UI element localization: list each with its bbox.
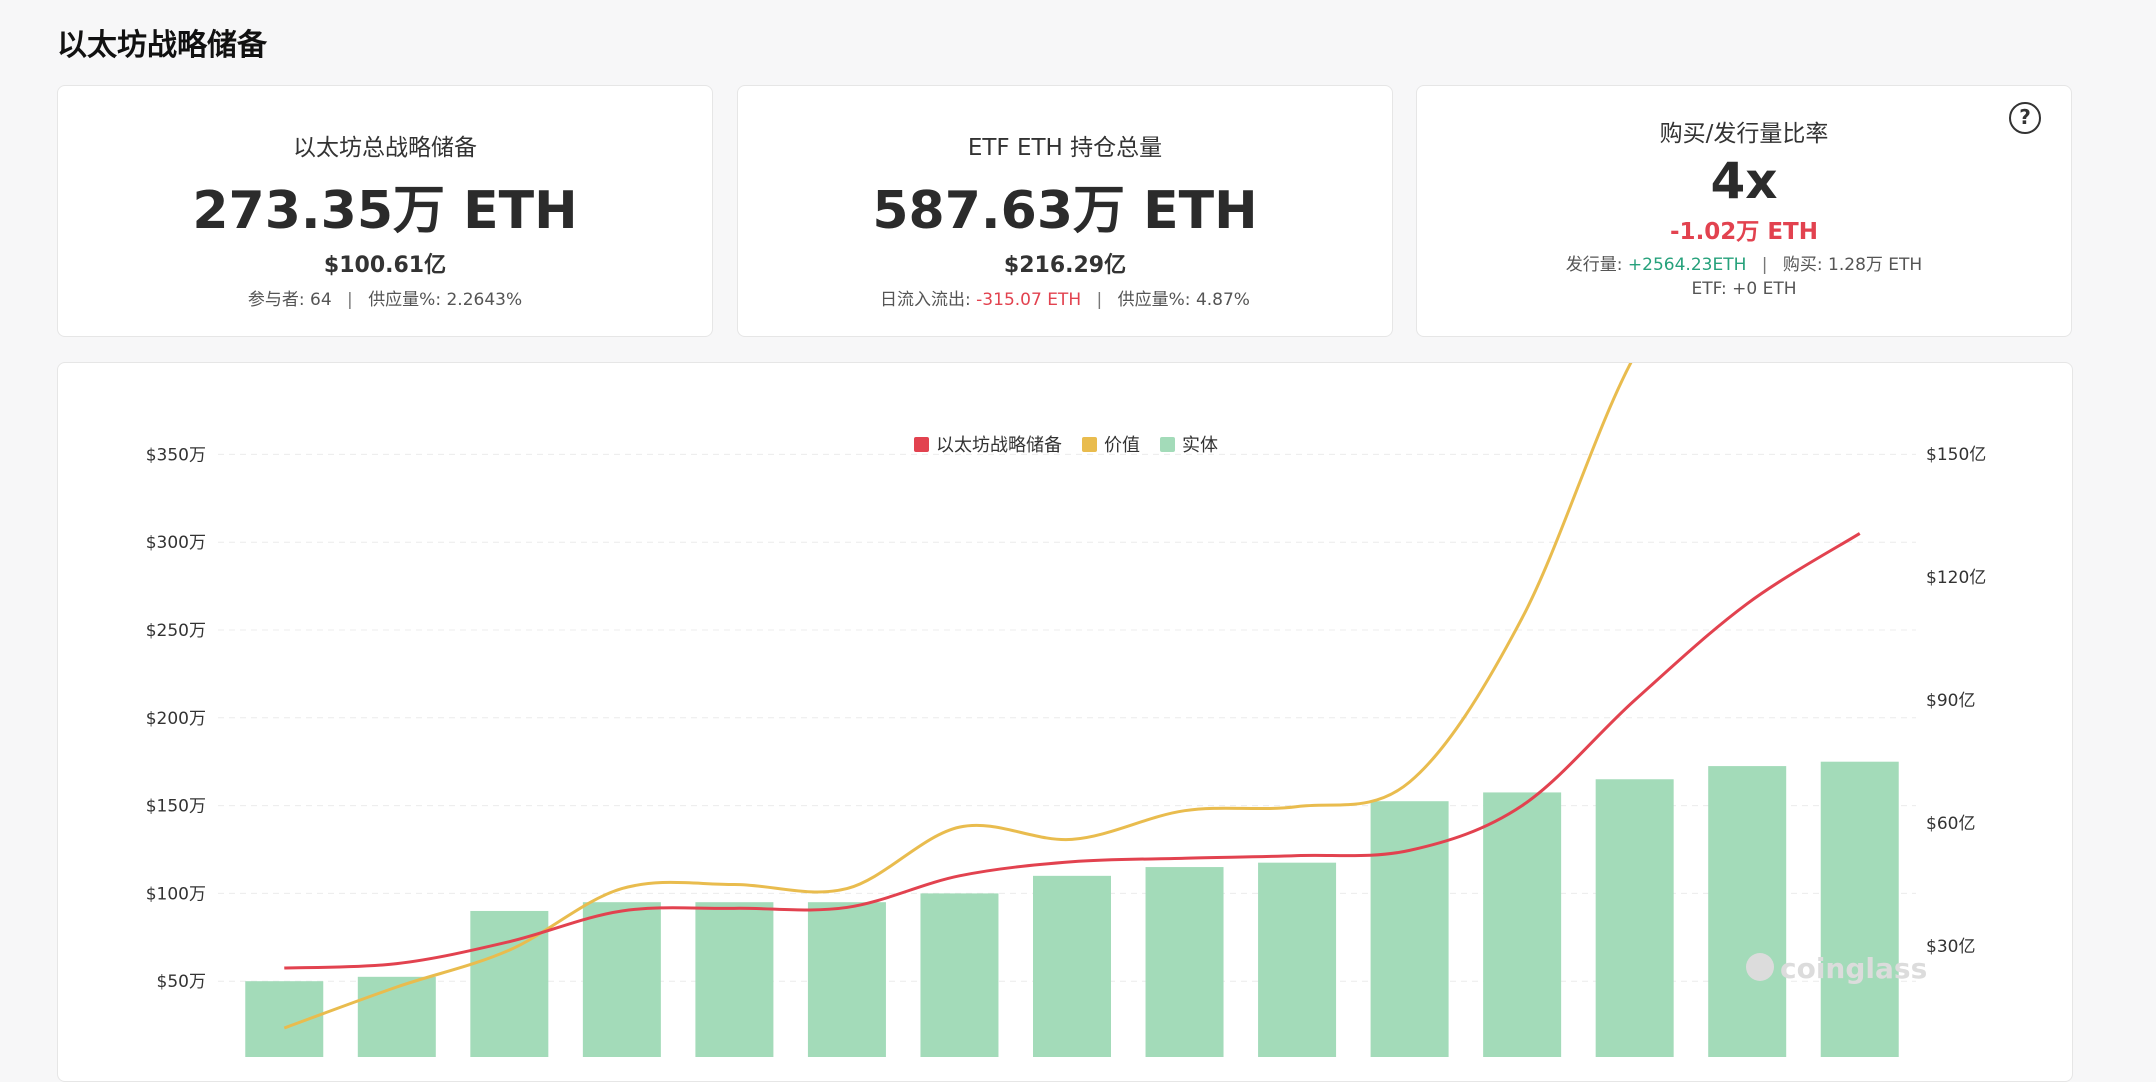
reserve-title: 以太坊总战略储备 <box>293 135 477 161</box>
bar-entities <box>582 902 661 1057</box>
bar-entities <box>1483 792 1562 1057</box>
y-left-tick-label: $50万 <box>157 972 206 992</box>
flow-label: 日流入流出: <box>880 290 971 310</box>
reserve-chart: $50万 $100万 $150万 $200万 $250万 $300万 $350万 $30亿 $6… <box>146 363 1986 1057</box>
bar-entities <box>1370 801 1449 1057</box>
chart-card: $50万 $100万 $150万 $200万 $250万 $300万 $350万 $30亿 $6… <box>57 362 2073 1082</box>
legend-swatch <box>1160 437 1175 452</box>
legend-label: 以太坊战略储备 <box>936 435 1062 456</box>
watermark-text: coinglass <box>1780 952 1927 985</box>
bar-entities <box>695 902 774 1057</box>
y-left-tick-label: $300万 <box>146 533 206 553</box>
bar-entities <box>920 893 999 1057</box>
y-left-tick-label: $250万 <box>146 621 206 641</box>
help-icon[interactable]: ? <box>2009 102 2041 134</box>
ratio-value: 4x <box>1710 152 1778 210</box>
supply-label: 供应量%: <box>1117 290 1191 310</box>
etf-value: 587.63万 ETH <box>872 181 1258 241</box>
ratio-net: -1.02万 ETH <box>1670 219 1818 245</box>
divider: | <box>347 290 353 310</box>
issuance-label: 发行量: <box>1565 255 1623 275</box>
participants-value: 64 <box>310 290 332 310</box>
ratio-card: ? 购买/发行量比率 4x -1.02万 ETH 发行量: +2564.23ET… <box>1416 85 2072 337</box>
etf-card: ETF ETH 持仓总量 587.63万 ETH $216.29亿 日流入流出:… <box>737 85 1393 337</box>
supply-label: 供应量%: <box>368 290 442 310</box>
legend-label: 价值 <box>1104 435 1140 456</box>
reserve-value: 273.35万 ETH <box>192 181 578 241</box>
legend-swatch <box>914 437 929 452</box>
y-left-tick-label: $350万 <box>146 445 206 465</box>
etf-title: ETF ETH 持仓总量 <box>967 135 1163 161</box>
bar-entities <box>1708 766 1787 1057</box>
coinglass-logo-icon <box>1746 953 1774 981</box>
y-left-tick-label: $150万 <box>146 797 206 817</box>
bar-entities <box>1145 867 1224 1057</box>
etf-net: ETF: +0 ETH <box>1691 279 1797 299</box>
bar-entities <box>1258 862 1337 1057</box>
reserve-card: 以太坊总战略储备 273.35万 ETH $100.61亿 参与者: 64 | … <box>57 85 713 337</box>
ratio-stats: 发行量: +2564.23ETH | 购买: 1.28万 ETH <box>1417 250 2071 275</box>
legend: 以太坊战略储备 价值 实体 <box>914 435 1218 456</box>
supply-value: 4.87% <box>1195 290 1250 310</box>
bar-entities <box>357 976 436 1057</box>
participants-label: 参与者: <box>247 290 305 310</box>
bar-entities <box>1033 875 1111 1057</box>
buy-label: 购买: <box>1782 255 1823 275</box>
flow-value: -315.07 ETH <box>976 290 1082 310</box>
etf-stats: 日流入流出: -315.07 ETH | 供应量%: 4.87% <box>738 285 1392 310</box>
bar-entities <box>1820 761 1899 1057</box>
legend-swatch <box>1082 437 1097 452</box>
page-title: 以太坊战略储备 <box>57 28 267 63</box>
y-left-tick-label: $100万 <box>146 884 206 904</box>
etf-usd: $216.29亿 <box>1003 253 1127 278</box>
issuance-value: +2564.23ETH <box>1627 255 1747 275</box>
y-left-tick-label: $200万 <box>146 709 206 729</box>
y-right-tick-label: $30亿 <box>1926 937 1975 957</box>
bar-entities <box>1595 779 1674 1057</box>
y-right-tick-label: $150亿 <box>1926 445 1986 465</box>
ratio-title: 购买/发行量比率 <box>1659 121 1829 147</box>
divider: | <box>1761 255 1768 275</box>
supply-value: 2.2643% <box>446 290 523 310</box>
bar-entities <box>807 902 886 1057</box>
y-right-tick-label: $120亿 <box>1926 568 1986 588</box>
y-right-tick-label: $90亿 <box>1926 691 1975 711</box>
reserve-usd: $100.61亿 <box>323 253 447 278</box>
buy-value: 1.28万 ETH <box>1828 255 1923 275</box>
divider: | <box>1096 290 1103 310</box>
legend-label: 实体 <box>1182 435 1218 456</box>
reserve-stats: 参与者: 64 | 供应量%: 2.2643% <box>58 285 712 310</box>
y-right-tick-label: $60亿 <box>1926 814 1975 834</box>
